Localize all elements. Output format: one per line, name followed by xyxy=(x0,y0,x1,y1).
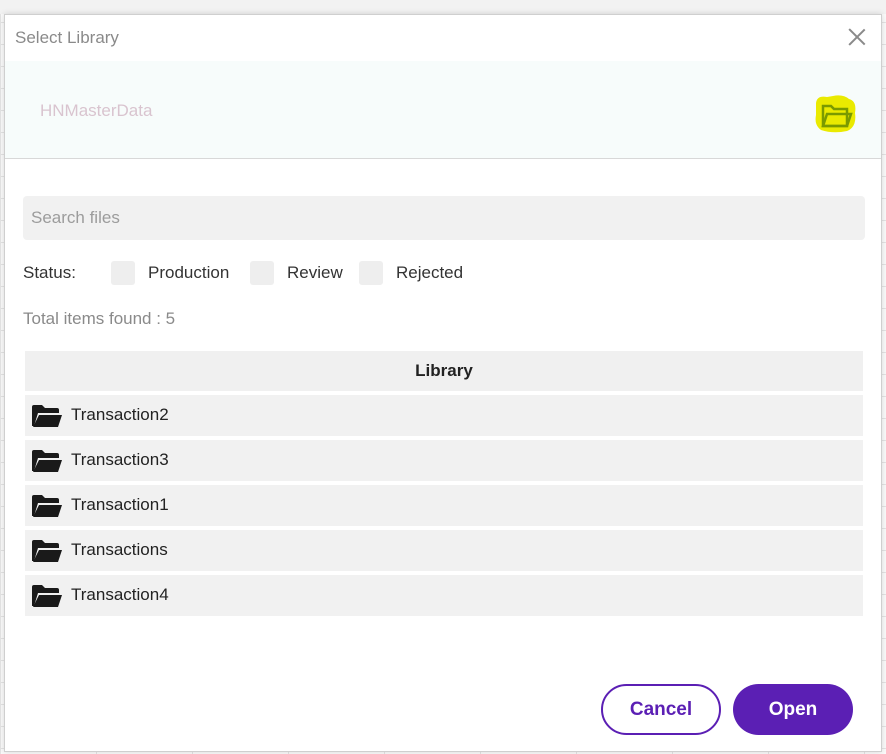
background-toolbar-strip xyxy=(0,0,886,14)
cancel-button[interactable]: Cancel xyxy=(601,684,721,735)
library-table: Library Transaction2 Transaction3 Transa… xyxy=(25,351,863,620)
production-label: Production xyxy=(148,263,230,282)
status-filter: Status: Production Review Rejected xyxy=(23,261,723,285)
table-row[interactable]: Transactions xyxy=(25,530,863,571)
table-row[interactable]: Transaction2 xyxy=(25,395,863,436)
review-label: Review xyxy=(287,263,343,282)
open-button[interactable]: Open xyxy=(733,684,853,735)
dialog-titlebar: Select Library xyxy=(5,15,881,61)
table-row[interactable]: Transaction3 xyxy=(25,440,863,481)
table-row[interactable]: Transaction4 xyxy=(25,575,863,616)
library-header: HNMasterData xyxy=(5,61,881,159)
production-checkbox[interactable] xyxy=(111,261,135,285)
rejected-checkbox[interactable] xyxy=(359,261,383,285)
library-name: HNMasterData xyxy=(40,101,153,120)
folder-open-icon xyxy=(32,585,62,607)
folder-open-icon xyxy=(32,540,62,562)
total-items-found: Total items found : 5 xyxy=(23,309,176,328)
rejected-label: Rejected xyxy=(396,263,464,282)
review-checkbox[interactable] xyxy=(250,261,274,285)
table-header: Library xyxy=(25,351,863,391)
dialog-title: Select Library xyxy=(15,28,119,47)
folder-open-icon xyxy=(32,495,62,517)
folder-open-icon xyxy=(32,405,62,427)
library-item-name: Transaction1 xyxy=(71,495,169,514)
folder-open-icon xyxy=(32,450,62,472)
table-row[interactable]: Transaction1 xyxy=(25,485,863,526)
library-item-name: Transaction4 xyxy=(71,585,169,604)
search-input[interactable] xyxy=(23,196,865,240)
library-item-name: Transaction3 xyxy=(71,450,169,469)
select-library-dialog: Select Library HNMasterData Status: Prod… xyxy=(4,14,882,752)
library-item-name: Transaction2 xyxy=(71,405,169,424)
browse-folder-icon[interactable] xyxy=(813,93,857,133)
close-icon[interactable] xyxy=(847,27,867,47)
library-item-name: Transactions xyxy=(71,540,168,559)
status-label: Status: xyxy=(23,263,76,282)
